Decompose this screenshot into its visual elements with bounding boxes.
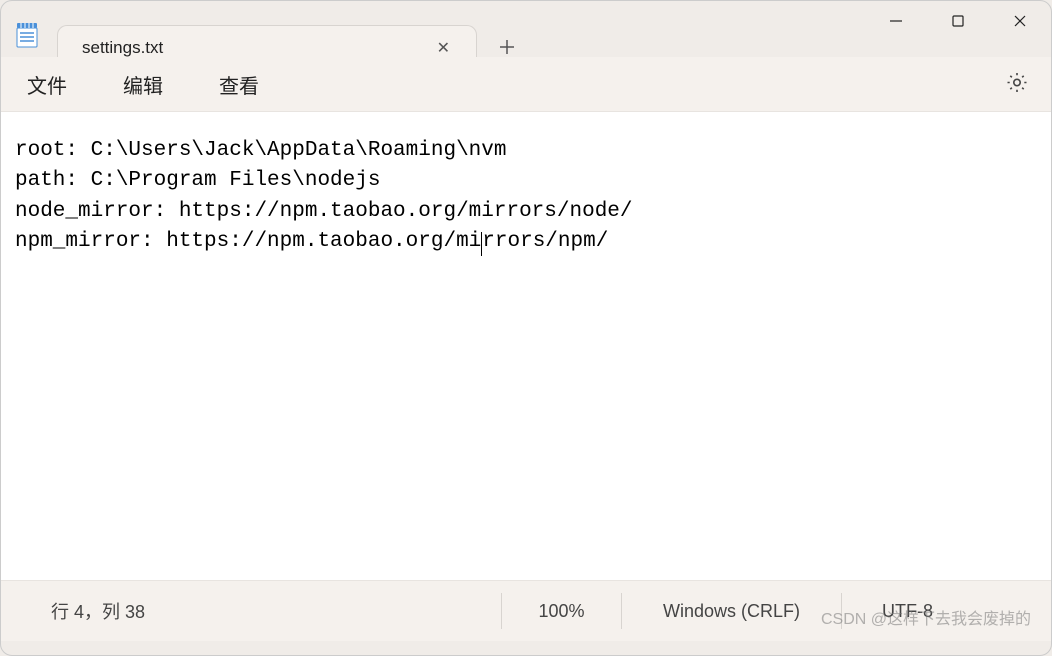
menu-view[interactable]: 查看	[209, 64, 269, 105]
minimize-button[interactable]	[865, 1, 927, 41]
status-zoom[interactable]: 100%	[501, 593, 621, 629]
close-icon	[1013, 14, 1027, 28]
maximize-button[interactable]	[927, 1, 989, 41]
status-eol[interactable]: Windows (CRLF)	[621, 593, 841, 629]
gear-icon	[1005, 70, 1029, 94]
notepad-icon	[13, 21, 41, 49]
editor-line-2: path: C:\Program Files\nodejs	[15, 169, 380, 192]
titlebar: settings.txt ✕	[1, 1, 1051, 57]
tab-title: settings.txt	[82, 38, 163, 58]
statusbar: 行 4，列 38 100% Windows (CRLF) UTF-8	[1, 581, 1051, 641]
menu-edit[interactable]: 编辑	[113, 64, 173, 105]
editor-line-1: root: C:\Users\Jack\AppData\Roaming\nvm	[15, 139, 506, 162]
close-button[interactable]	[989, 1, 1051, 41]
settings-button[interactable]	[999, 64, 1035, 105]
status-position[interactable]: 行 4，列 38	[31, 593, 501, 629]
app-icon	[13, 21, 41, 49]
editor-line-4b: rrors/npm/	[482, 230, 608, 253]
minimize-icon	[889, 14, 903, 28]
text-editor[interactable]: root: C:\Users\Jack\AppData\Roaming\nvm …	[1, 111, 1051, 581]
editor-line-3: node_mirror: https://npm.taobao.org/mirr…	[15, 200, 633, 223]
status-encoding[interactable]: UTF-8	[841, 593, 1021, 629]
plus-icon	[499, 39, 515, 55]
editor-line-4a: npm_mirror: https://npm.taobao.org/mi	[15, 230, 481, 253]
window-controls	[865, 1, 1051, 41]
menu-file[interactable]: 文件	[17, 64, 77, 105]
maximize-icon	[951, 14, 965, 28]
menubar: 文件 编辑 查看	[1, 57, 1051, 111]
